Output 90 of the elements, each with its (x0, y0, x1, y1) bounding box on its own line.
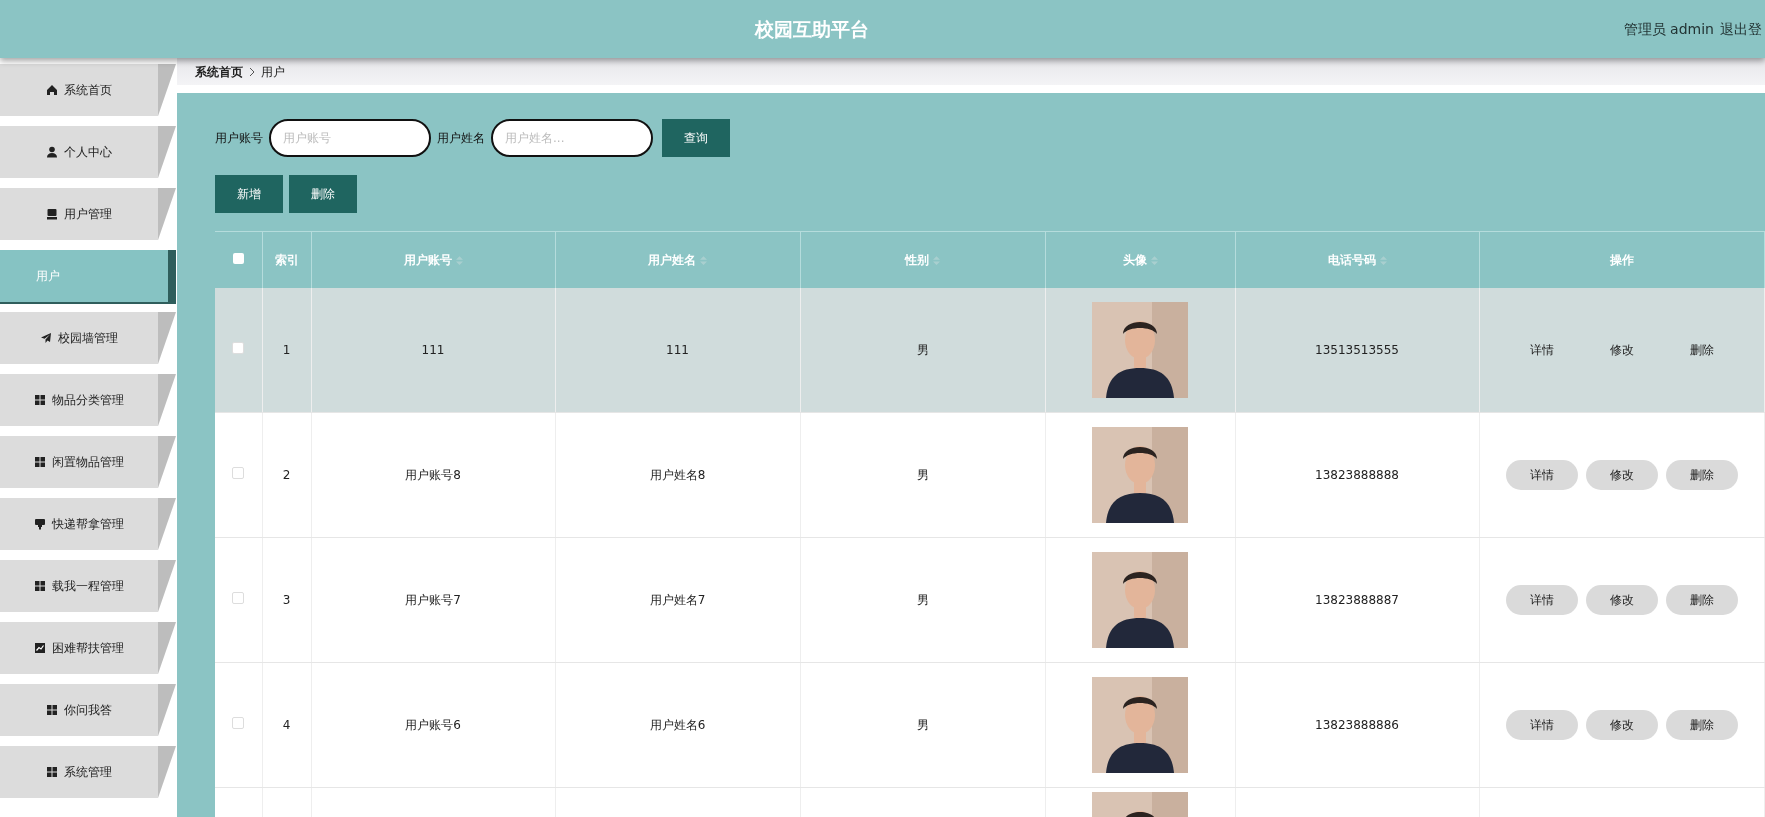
gender-cell: 男 (916, 468, 929, 482)
phone-cell: 13823888888 (1315, 468, 1399, 482)
sidebar-item[interactable]: 物品分类管理 (0, 374, 176, 426)
name-cell: 用户姓名6 (649, 718, 706, 732)
column-header: 操作 (1609, 252, 1634, 267)
delete-button[interactable]: 删除 (1665, 460, 1738, 490)
stamp-icon (34, 518, 46, 530)
delete-button[interactable]: 删除 (289, 175, 357, 213)
sidebar-item-label: 校园墙管理 (58, 330, 118, 347)
search-field[interactable]: 用户账号 (269, 119, 431, 157)
delete-button[interactable]: 删除 (1665, 334, 1738, 365)
sidebar-item-label: 物品分类管理 (52, 392, 124, 409)
sidebar-item-label: 载我一程管理 (52, 578, 124, 595)
sidebar-item[interactable]: 载我一程管理 (0, 560, 176, 612)
sidebar-item[interactable]: 系统管理 (0, 746, 176, 798)
row-checkbox[interactable] (232, 592, 245, 604)
account-cell: 用户账号7 (405, 593, 461, 607)
chart-icon (34, 642, 46, 654)
grid-icon (34, 394, 46, 406)
grid-icon (34, 580, 46, 592)
phone-cell: 13823888887 (1315, 593, 1399, 607)
phone-cell: 13513513555 (1315, 342, 1399, 357)
account-cell: 111 (421, 342, 445, 357)
sidebar-item[interactable]: 校园墙管理 (0, 312, 176, 364)
search-button[interactable]: 查询 (662, 119, 730, 157)
chevron-icon (249, 66, 255, 77)
grid-icon (34, 456, 46, 468)
sidebar-item[interactable]: 你问我答 (0, 684, 176, 736)
name-cell: 用户姓名7 (649, 593, 706, 607)
sort-icon[interactable] (700, 255, 707, 265)
user-label: 管理员 admin (1623, 19, 1714, 39)
edit-button[interactable]: 修改 (1585, 585, 1658, 615)
column-header: 索引 (274, 252, 299, 267)
sidebar-item[interactable]: 系统首页 (0, 64, 176, 116)
row-index: 2 (282, 468, 291, 482)
gender-cell: 男 (916, 593, 929, 607)
row-index: 4 (282, 718, 291, 732)
sort-icon[interactable] (455, 255, 463, 265)
row-index: 1 (282, 342, 291, 357)
inbox-icon (46, 208, 58, 220)
account-cell: 用户账号8 (405, 468, 461, 482)
sort-icon[interactable] (1150, 255, 1158, 265)
name-cell: 111 (666, 342, 689, 357)
grid-icon (46, 704, 58, 716)
row-checkbox[interactable] (232, 341, 245, 354)
details-button[interactable]: 详情 (1505, 710, 1578, 740)
search-field[interactable]: 用户姓名... (491, 119, 653, 157)
sidebar-item-label: 闲置物品管理 (52, 454, 124, 471)
row-index: 3 (282, 593, 291, 607)
gender-cell: 男 (916, 342, 929, 357)
edit-button[interactable]: 修改 (1585, 710, 1658, 740)
field-label: 用户账号 (215, 130, 263, 147)
select-all-checkbox[interactable] (232, 252, 244, 264)
add-button[interactable]: 新增 (215, 175, 283, 213)
sidebar-item[interactable]: 困难帮扶管理 (0, 622, 176, 674)
sidebar-item[interactable]: 闲置物品管理 (0, 436, 176, 488)
sidebar-item-label: 系统管理 (64, 764, 112, 781)
account-cell: 用户账号6 (405, 718, 461, 732)
delete-button[interactable]: 删除 (1665, 710, 1738, 740)
sidebar-item-label: 用户管理 (64, 206, 112, 223)
sidebar-item-label: 个人中心 (64, 144, 112, 161)
paper-plane-icon (40, 332, 52, 344)
sort-icon[interactable] (933, 255, 940, 265)
grid-icon (46, 766, 58, 778)
sidebar-item-label: 你问我答 (64, 702, 112, 719)
field-label: 用户姓名 (437, 130, 485, 147)
breadcrumb-link[interactable]: 系统首页 (195, 62, 243, 81)
details-button[interactable]: 详情 (1505, 460, 1578, 490)
home-icon (46, 84, 58, 96)
details-button[interactable]: 详情 (1505, 334, 1578, 365)
logout-link[interactable]: 退出登 (1720, 18, 1762, 40)
sidebar-item[interactable]: 个人中心 (0, 126, 176, 178)
sidebar-item[interactable]: 快递帮拿管理 (0, 498, 176, 550)
name-cell: 用户姓名8 (649, 468, 706, 482)
phone-cell: 13823888886 (1315, 718, 1399, 732)
details-button[interactable]: 详情 (1505, 585, 1578, 615)
app-title: 校园互助平台 (754, 17, 869, 40)
breadcrumb-current: 用户 (261, 63, 285, 81)
person-icon (46, 146, 58, 158)
sidebar-item[interactable]: 用户管理 (0, 188, 176, 240)
edit-button[interactable]: 修改 (1585, 460, 1658, 490)
edit-button[interactable]: 修改 (1585, 334, 1658, 365)
gender-cell: 男 (916, 718, 929, 732)
row-checkbox[interactable] (232, 467, 245, 479)
row-checkbox[interactable] (232, 717, 245, 729)
sidebar-item-label: 快递帮拿管理 (52, 516, 124, 533)
sidebar-item-label: 系统首页 (64, 82, 112, 99)
sidebar-item-label: 困难帮扶管理 (52, 640, 124, 657)
delete-button[interactable]: 删除 (1665, 585, 1738, 615)
sort-icon[interactable] (1379, 255, 1387, 265)
